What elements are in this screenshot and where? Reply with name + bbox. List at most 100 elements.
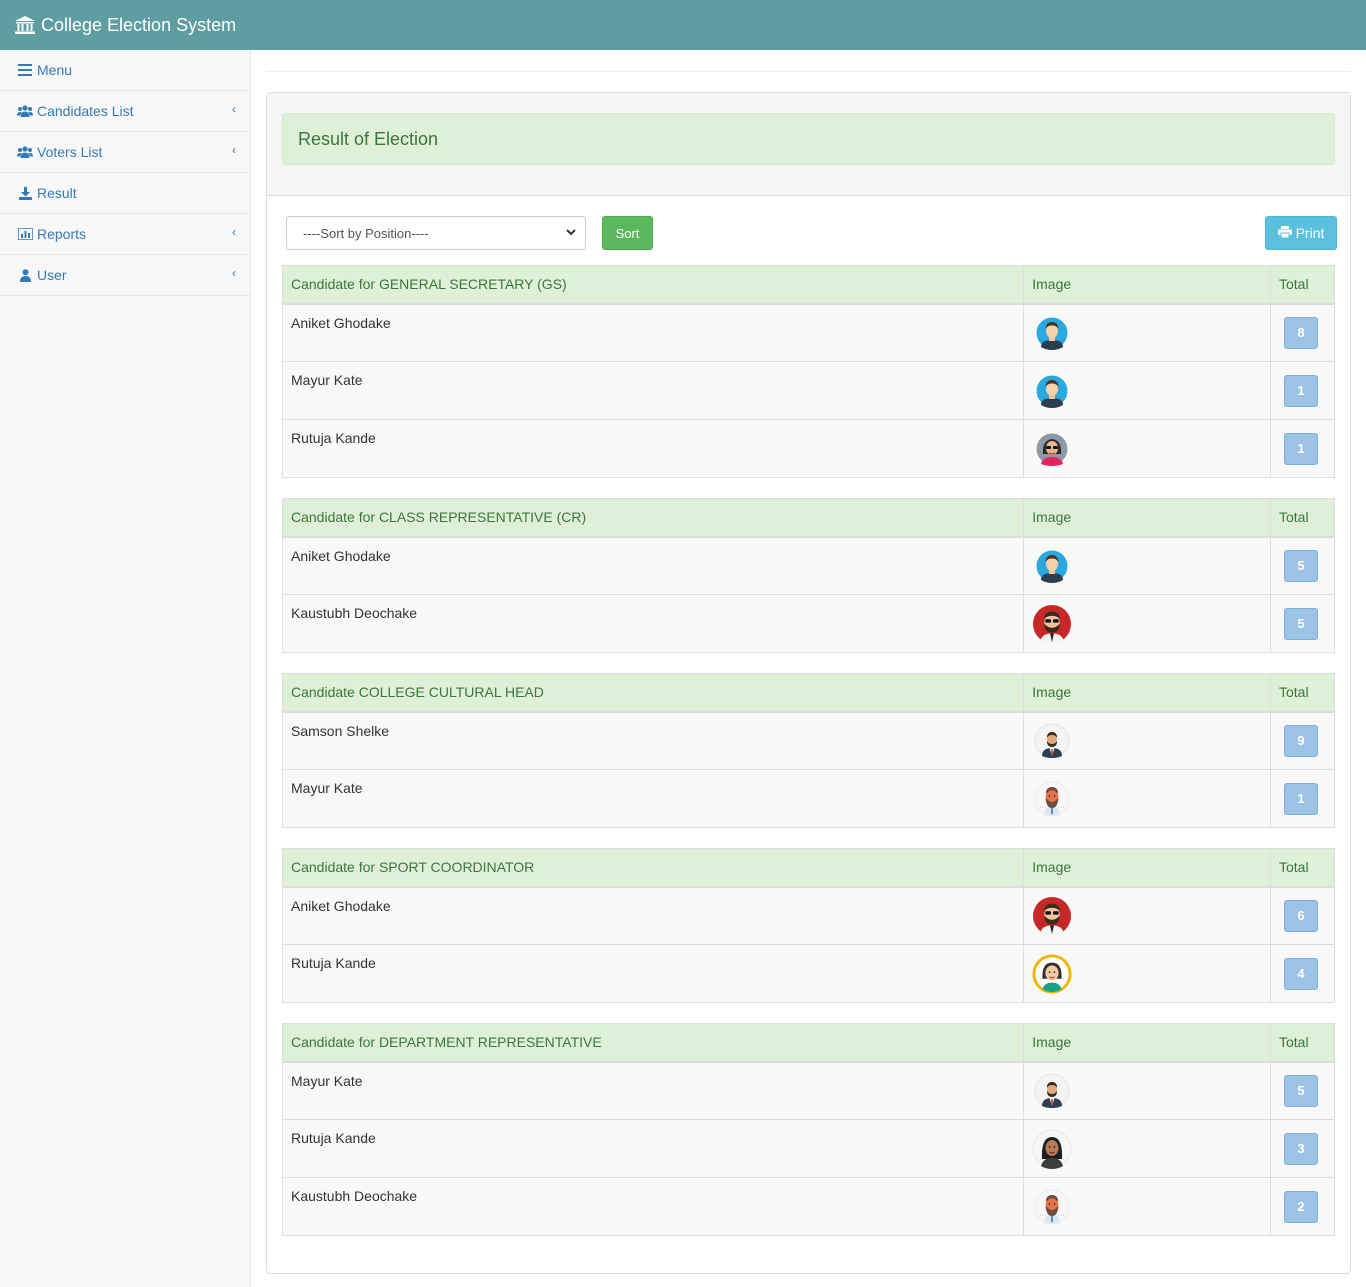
table-row: Kaustubh Deochake 2: [281, 1177, 1335, 1236]
results-table-department-representative: Candidate for DEPARTMENT REPRESENTATIVE …: [281, 1023, 1335, 1236]
candidate-name: Aniket Ghodake: [281, 303, 1025, 362]
sort-position-select[interactable]: ----Sort by Position----: [286, 216, 586, 250]
sidebar: Menu Candidates List ‹ Voters List ‹ Res…: [0, 50, 251, 1287]
candidate-name: Kaustubh Deochake: [281, 594, 1025, 653]
vote-count-badge: 8: [1284, 316, 1318, 349]
candidate-name: Kaustubh Deochake: [281, 1177, 1025, 1236]
sidebar-item-label: User: [37, 267, 67, 283]
table-header-row: Candidate for SPORT COORDINATOR Image To…: [281, 848, 1335, 888]
table-row: Mayur Kate 1: [281, 361, 1335, 420]
image-column-header: Image: [1023, 1023, 1271, 1063]
table-row: Mayur Kate 5: [281, 1061, 1335, 1120]
table-header-row: Candidate for CLASS REPRESENTATIVE (CR) …: [281, 498, 1335, 538]
results-table-class-representative: Candidate for CLASS REPRESENTATIVE (CR) …: [281, 498, 1335, 653]
sidebar-item-label: Result: [37, 185, 77, 201]
total-column-header: Total: [1270, 1023, 1335, 1063]
candidate-name: Mayur Kate: [281, 361, 1025, 420]
position-heading: Candidate for SPORT COORDINATOR: [281, 848, 1025, 888]
vote-count-badge: 9: [1284, 724, 1318, 757]
table-row: Rutuja Kande 3: [281, 1119, 1335, 1178]
avatar-man-blue: [1032, 546, 1072, 586]
sidebar-item-candidates-list[interactable]: Candidates List ‹: [0, 91, 250, 132]
results-table-cultural-head: Candidate COLLEGE CULTURAL HEAD Image To…: [281, 673, 1335, 828]
position-heading: Candidate for CLASS REPRESENTATIVE (CR): [281, 498, 1025, 538]
results-table-sport-coordinator: Candidate for SPORT COORDINATOR Image To…: [281, 848, 1335, 1003]
candidate-name: Samson Shelke: [281, 711, 1025, 770]
brand[interactable]: College Election System: [15, 15, 236, 36]
candidate-name: Mayur Kate: [281, 769, 1025, 828]
total-column-header: Total: [1270, 498, 1335, 538]
table-row: Aniket Ghodake 5: [281, 536, 1335, 595]
avatar-woman-yellow: [1032, 953, 1072, 994]
table-header-row: Candidate for GENERAL SECRETARY (GS) Ima…: [281, 265, 1335, 305]
table-row: Mayur Kate 1: [281, 769, 1335, 828]
vote-count-badge: 5: [1284, 1074, 1318, 1107]
table-row: Rutuja Kande 4: [281, 944, 1335, 1003]
total-column-header: Total: [1270, 848, 1335, 888]
vote-count-badge: 3: [1284, 1132, 1318, 1165]
avatar-man-orange-beard: [1032, 1187, 1072, 1227]
vote-count-badge: 1: [1284, 432, 1318, 465]
results-table-general-secretary: Candidate for GENERAL SECRETARY (GS) Ima…: [281, 265, 1335, 478]
chevron-left-icon: ‹: [232, 225, 236, 239]
table-row: Rutuja Kande 1: [281, 419, 1335, 478]
vote-count-badge: 1: [1284, 782, 1318, 815]
bar-chart-icon: [17, 227, 33, 241]
divider: [266, 71, 1351, 72]
candidate-name: Rutuja Kande: [281, 419, 1025, 478]
print-icon: [1277, 225, 1292, 241]
sidebar-item-reports[interactable]: Reports ‹: [0, 214, 250, 255]
vote-count-badge: 5: [1284, 607, 1318, 640]
sidebar-item-result[interactable]: Result: [0, 173, 250, 214]
sidebar-item-voters-list[interactable]: Voters List ‹: [0, 132, 250, 173]
chevron-left-icon: ‹: [232, 143, 236, 157]
users-icon: [17, 145, 33, 159]
image-column-header: Image: [1023, 848, 1271, 888]
download-icon: [17, 186, 33, 200]
table-row: Samson Shelke 9: [281, 711, 1335, 770]
sidebar-item-label: Candidates List: [37, 103, 134, 119]
avatar-woman-sunglasses: [1032, 429, 1072, 469]
total-column-header: Total: [1270, 265, 1335, 305]
total-column-header: Total: [1270, 673, 1335, 713]
position-heading: Candidate COLLEGE CULTURAL HEAD: [281, 673, 1025, 713]
vote-count-badge: 6: [1284, 899, 1318, 932]
image-column-header: Image: [1023, 265, 1271, 305]
candidate-name: Aniket Ghodake: [281, 536, 1025, 595]
chevron-left-icon: ‹: [232, 102, 236, 116]
table-header-row: Candidate for DEPARTMENT REPRESENTATIVE …: [281, 1023, 1335, 1063]
vote-count-badge: 2: [1284, 1190, 1318, 1223]
main-content: Result of Election ----Sort by Position-…: [251, 50, 1366, 1287]
position-heading: Candidate for DEPARTMENT REPRESENTATIVE: [281, 1023, 1025, 1063]
sidebar-item-label: Reports: [37, 226, 87, 242]
sidebar-item-label: Menu: [37, 62, 73, 78]
user-icon: [17, 268, 33, 282]
menu-icon: [17, 63, 33, 77]
chevron-down-icon: [565, 226, 577, 241]
avatar-man-orange-beard: [1032, 779, 1072, 819]
sidebar-item-user[interactable]: User ‹: [0, 255, 250, 296]
print-label: Print: [1295, 225, 1325, 241]
print-button[interactable]: Print: [1265, 216, 1337, 250]
avatar-man-red-sunglasses: [1032, 896, 1072, 936]
sort-button[interactable]: Sort: [602, 216, 653, 250]
vote-count-badge: 5: [1284, 549, 1318, 582]
users-icon: [17, 104, 33, 118]
table-header-row: Candidate COLLEGE CULTURAL HEAD Image To…: [281, 673, 1335, 713]
avatar-man-red-sunglasses: [1032, 604, 1072, 644]
avatar-man-blue: [1032, 371, 1072, 411]
vote-count-badge: 1: [1284, 374, 1318, 407]
candidate-name: Rutuja Kande: [281, 1119, 1025, 1178]
image-column-header: Image: [1023, 498, 1271, 538]
sort-select-value: ----Sort by Position----: [303, 225, 429, 241]
sidebar-item-menu[interactable]: Menu: [0, 50, 250, 91]
toolbar: ----Sort by Position---- Sort Print: [286, 216, 1337, 250]
app-title: College Election System: [41, 14, 237, 35]
table-row: Aniket Ghodake 6: [281, 886, 1335, 945]
avatar-man-suit: [1032, 721, 1072, 761]
page-title: Result of Election: [282, 113, 1335, 165]
institution-icon: [15, 16, 35, 34]
candidate-name: Rutuja Kande: [281, 944, 1025, 1003]
avatar-man-blue: [1032, 313, 1072, 353]
results-tables: Candidate for GENERAL SECRETARY (GS) Ima…: [281, 265, 1335, 1256]
